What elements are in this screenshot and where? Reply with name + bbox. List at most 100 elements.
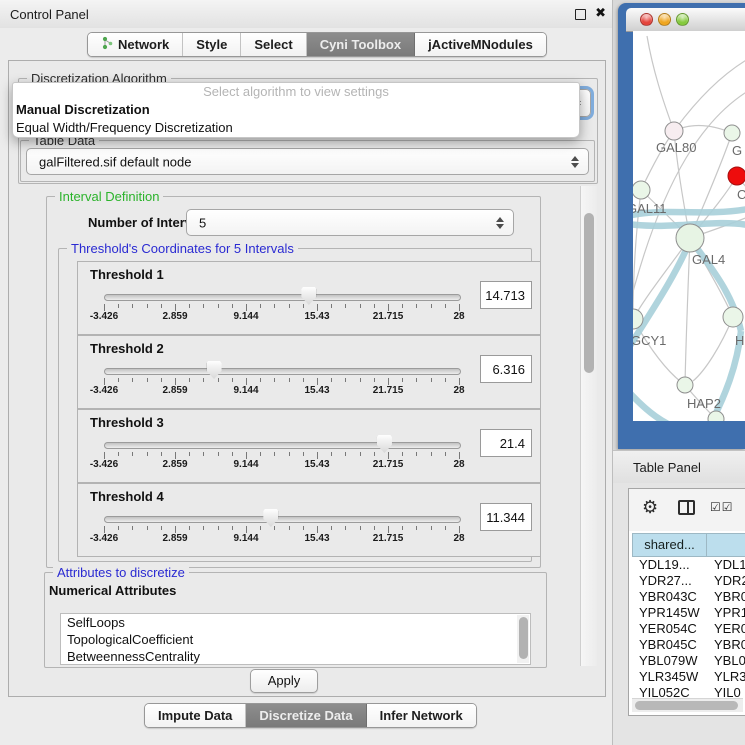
node-label: H xyxy=(735,333,744,348)
threshold-value-field[interactable]: 6.316 xyxy=(480,355,532,383)
tick-mark xyxy=(104,378,105,385)
tick-mark xyxy=(317,378,318,385)
tick-mark xyxy=(402,378,403,382)
attribute-list-item[interactable]: SelfLoops xyxy=(61,614,530,631)
tick-mark xyxy=(416,526,417,530)
tick-mark xyxy=(431,452,432,456)
numerical-attributes-list[interactable]: SelfLoopsTopologicalCoefficientBetweenne… xyxy=(60,613,531,665)
attribute-list-item[interactable]: TopologicalCoefficient xyxy=(61,631,530,648)
attribute-list-item[interactable]: BetweennessCentrality xyxy=(61,648,530,665)
slider-track[interactable] xyxy=(104,442,461,449)
vertical-scrollbar-thumb[interactable] xyxy=(584,213,594,373)
interval-definition-title: Interval Definition xyxy=(55,189,163,204)
tab-impute-data[interactable]: Impute Data xyxy=(145,704,246,727)
column-browser-icon[interactable] xyxy=(678,500,695,515)
minimize-light[interactable] xyxy=(658,13,671,26)
list-scrollbar-thumb[interactable] xyxy=(519,617,528,659)
tick-mark xyxy=(161,452,162,456)
float-window-icon[interactable] xyxy=(575,9,586,20)
popup-option-equal-width-frequency[interactable]: Equal Width/Frequency Discretization xyxy=(13,119,579,137)
tick-mark xyxy=(374,378,375,382)
tick-mark xyxy=(175,304,176,311)
tab-select[interactable]: Select xyxy=(241,33,306,56)
tick-mark xyxy=(416,378,417,382)
tick-mark xyxy=(345,378,346,382)
table-header-row: shared...n... xyxy=(632,533,745,557)
tab-infer-network[interactable]: Infer Network xyxy=(367,704,476,727)
table-row[interactable]: YLR345WYLR3 xyxy=(632,669,745,685)
slider-thumb[interactable] xyxy=(207,361,222,379)
threshold-panel: Threshold 2-3.4262.8599.14415.4321.71528… xyxy=(77,335,541,409)
network-node[interactable] xyxy=(677,377,693,393)
close-light[interactable] xyxy=(640,13,653,26)
threshold-value-field[interactable]: 14.713 xyxy=(480,281,532,309)
table-row[interactable]: YDL19...YDL1 xyxy=(632,557,745,573)
table-header-cell[interactable]: shared... xyxy=(632,533,707,557)
close-panel-icon[interactable]: ✖ xyxy=(595,5,606,21)
slider-thumb[interactable] xyxy=(377,435,392,453)
network-node[interactable] xyxy=(723,307,743,327)
network-edge[interactable] xyxy=(693,317,733,381)
slider-tick-labels: -3.4262.8599.14415.4321.71528 xyxy=(104,459,459,471)
tab-discretize-data[interactable]: Discretize Data xyxy=(246,704,366,727)
network-view-window[interactable]: GAL80GCGAL11GAL4GCY1HHAP2 xyxy=(618,3,745,449)
horizontal-scrollbar-thumb[interactable] xyxy=(635,701,738,710)
control-panel: Control Panel ✖ NetworkStyleSelectCyni T… xyxy=(0,0,613,745)
threshold-value-field[interactable]: 21.4 xyxy=(480,429,532,457)
tab-label: Cyni Toolbox xyxy=(320,37,401,52)
popup-option-manual-discretization[interactable]: Manual Discretization xyxy=(13,101,579,119)
list-scrollbar[interactable] xyxy=(517,615,529,663)
slider-thumb[interactable] xyxy=(263,509,278,527)
slider-thumb[interactable] xyxy=(301,287,316,305)
tick-mark xyxy=(218,526,219,530)
table-data-combo[interactable]: galFiltered.sif default node xyxy=(26,148,589,175)
network-edge[interactable] xyxy=(674,59,745,131)
network-edge[interactable] xyxy=(685,238,690,385)
table-cell: YIL052C xyxy=(632,685,707,697)
network-edge-thick[interactable] xyxy=(633,391,683,421)
vertical-scrollbar[interactable] xyxy=(580,186,597,666)
zoom-light[interactable] xyxy=(676,13,689,26)
number-of-intervals-combo[interactable]: 5 xyxy=(186,209,514,236)
table-cell: YDR27... xyxy=(632,573,707,589)
apply-button[interactable]: Apply xyxy=(250,669,318,693)
table-row[interactable]: YBR043CYBR0 xyxy=(632,589,745,605)
select-columns-icon[interactable]: ☑☑ xyxy=(710,500,734,514)
slider-track[interactable] xyxy=(104,368,461,375)
threshold-value-field[interactable]: 11.344 xyxy=(480,503,532,531)
threshold-label: Threshold 2 xyxy=(90,341,164,356)
network-edge[interactable] xyxy=(647,36,674,131)
network-node[interactable] xyxy=(665,122,683,140)
horizontal-scrollbar[interactable] xyxy=(632,698,743,712)
gear-icon[interactable]: ⚙ xyxy=(642,497,658,518)
network-node[interactable] xyxy=(728,167,745,185)
network-node[interactable] xyxy=(724,125,740,141)
tab-cyni-toolbox[interactable]: Cyni Toolbox xyxy=(307,33,415,56)
table-row[interactable]: YIL052CYIL0 xyxy=(632,685,745,697)
network-canvas[interactable]: GAL80GCGAL11GAL4GCY1HHAP2 xyxy=(633,31,745,421)
network-node[interactable] xyxy=(633,181,650,199)
node-label: GAL4 xyxy=(692,252,725,267)
attributes-group-title: Attributes to discretize xyxy=(53,565,189,580)
tab-jactivemnodules[interactable]: jActiveMNodules xyxy=(415,33,546,56)
tab-style[interactable]: Style xyxy=(183,33,241,56)
table-row[interactable]: YPR145WYPR1 xyxy=(632,605,745,621)
tick-mark xyxy=(289,378,290,382)
table-row[interactable]: YBL079WYBL0 xyxy=(632,653,745,669)
table-row[interactable]: YER054CYER0 xyxy=(632,621,745,637)
slider-track[interactable] xyxy=(104,516,461,523)
tick-mark xyxy=(289,452,290,456)
tick-mark xyxy=(360,526,361,530)
tick-label: 21.715 xyxy=(373,459,404,470)
tick-mark xyxy=(246,304,247,311)
network-node[interactable] xyxy=(676,224,704,252)
network-edge[interactable] xyxy=(633,238,690,319)
table-header-cell[interactable]: n... xyxy=(707,533,745,557)
slider-tick-labels: -3.4262.8599.14415.4321.71528 xyxy=(104,311,459,323)
slider-track[interactable] xyxy=(104,294,461,301)
table-row[interactable]: YBR045CYBR0 xyxy=(632,637,745,653)
table-row[interactable]: YDR27...YDR2 xyxy=(632,573,745,589)
tick-mark xyxy=(345,526,346,530)
tick-mark xyxy=(161,526,162,530)
tab-network[interactable]: Network xyxy=(88,33,183,56)
